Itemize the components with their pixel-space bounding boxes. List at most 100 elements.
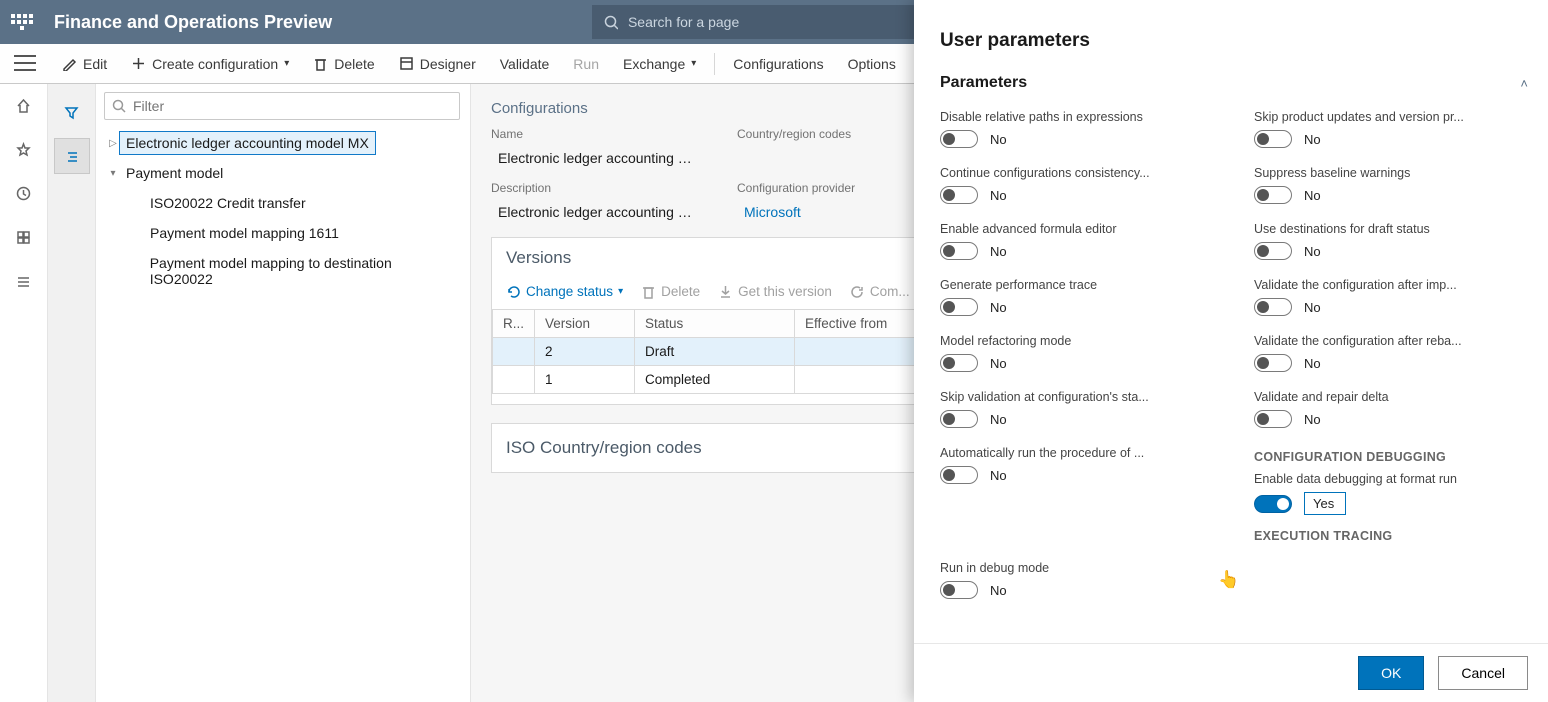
toggle-value: No (1304, 300, 1321, 315)
configurations-link[interactable]: Configurations (721, 52, 835, 76)
name-value[interactable]: Electronic ledger accounting m... (491, 145, 701, 171)
recent-icon[interactable] (16, 186, 31, 206)
subheading-config-debugging: CONFIGURATION DEBUGGING Enable data debu… (1254, 446, 1528, 543)
home-icon[interactable] (16, 98, 31, 118)
toggle-value: No (990, 356, 1007, 371)
run-button[interactable]: Run (561, 52, 611, 76)
version-delete-button[interactable]: Delete (641, 284, 700, 299)
modules-icon[interactable] (16, 274, 31, 294)
get-version-label: Get this version (738, 284, 832, 299)
edit-button[interactable]: Edit (50, 52, 119, 76)
exchange-label: Exchange (623, 56, 685, 72)
options-label: Options (848, 56, 896, 72)
toggle-value: No (990, 583, 1007, 598)
param-label: Validate the configuration after reba... (1254, 334, 1528, 348)
filter-tool-icon[interactable] (54, 94, 90, 130)
product-title: Finance and Operations Preview (54, 12, 332, 33)
col-status[interactable]: Status (635, 310, 795, 338)
config-tree: ▷ Electronic ledger accounting model MX … (104, 128, 460, 294)
col-version[interactable]: Version (535, 310, 635, 338)
toggle[interactable] (1254, 298, 1292, 316)
param-label: Enable advanced formula editor (940, 222, 1214, 236)
param-skip-product-updates: Skip product updates and version pr... N… (1254, 110, 1528, 148)
tree-item-ledger-model[interactable]: ▷ Electronic ledger accounting model MX (104, 128, 460, 158)
cancel-button[interactable]: Cancel (1438, 656, 1528, 690)
global-search-input[interactable] (628, 14, 920, 30)
tree-item-payment-model[interactable]: ▾ Payment model (104, 158, 460, 188)
dialog-title: User parameters (940, 30, 1528, 52)
param-suppress-baseline: Suppress baseline warnings No (1254, 166, 1528, 204)
options-link[interactable]: Options (836, 52, 908, 76)
tree-item-mapping-1611[interactable]: Payment model mapping 1611 (128, 218, 460, 248)
toggle[interactable] (940, 298, 978, 316)
toggle[interactable] (940, 242, 978, 260)
description-value[interactable]: Electronic ledger accounting m... (491, 199, 701, 225)
separator (714, 53, 715, 75)
get-version-button[interactable]: Get this version (718, 284, 832, 299)
toggle[interactable] (940, 186, 978, 204)
favorites-icon[interactable] (16, 142, 31, 162)
nav-hamburger-icon[interactable] (11, 52, 39, 74)
tree-tool-icon[interactable] (54, 138, 90, 174)
toggle[interactable] (1254, 242, 1292, 260)
exchange-button[interactable]: Exchange ▾ (611, 52, 708, 76)
subhead-exec-tracing: EXECUTION TRACING (1254, 529, 1528, 543)
col-r[interactable]: R... (493, 310, 535, 338)
toggle[interactable] (940, 354, 978, 372)
trash-icon (313, 56, 328, 71)
user-parameters-dialog: User parameters Parameters ˄ Disable rel… (914, 0, 1548, 702)
configurations-label: Configurations (733, 56, 823, 72)
toggle-value: No (1304, 132, 1321, 147)
toggle[interactable] (1254, 130, 1292, 148)
delete-button[interactable]: Delete (301, 52, 386, 76)
param-validate-after-rebase: Validate the configuration after reba...… (1254, 334, 1528, 372)
app-launcher-icon[interactable] (10, 10, 34, 34)
designer-button[interactable]: Designer (387, 52, 488, 76)
toggle-value: No (1304, 412, 1321, 427)
param-label: Continue configurations consistency... (940, 166, 1214, 180)
toggle[interactable] (940, 581, 978, 599)
tree-item-iso20022-credit[interactable]: ISO20022 Credit transfer (128, 188, 460, 218)
plus-icon (131, 56, 146, 71)
cell-version: 1 (535, 366, 635, 394)
toggle-enable-debugging[interactable] (1254, 495, 1292, 513)
toggle[interactable] (1254, 354, 1292, 372)
name-label: Name (491, 127, 701, 141)
chevron-down-icon: ▾ (618, 286, 623, 297)
complete-button[interactable]: Com... (850, 284, 910, 299)
designer-label: Designer (420, 56, 476, 72)
toggle[interactable] (940, 130, 978, 148)
toggle[interactable] (1254, 186, 1292, 204)
validate-label: Validate (500, 56, 550, 72)
filter-input[interactable] (104, 92, 460, 120)
tree-item-mapping-destination[interactable]: Payment model mapping to destination ISO… (128, 248, 460, 294)
param-label: Skip validation at configuration's sta..… (940, 390, 1214, 404)
param-run-in-debug: Run in debug mode No (940, 561, 1214, 599)
edit-label: Edit (83, 56, 107, 72)
cycle-icon (506, 284, 521, 299)
left-rail (0, 84, 48, 702)
param-auto-run-procedure: Automatically run the procedure of ... N… (940, 446, 1214, 543)
ok-button[interactable]: OK (1358, 656, 1424, 690)
workspaces-icon[interactable] (16, 230, 31, 250)
create-configuration-button[interactable]: Create configuration ▾ (119, 52, 301, 76)
collapse-icon[interactable]: ▾ (106, 168, 120, 179)
toggle[interactable] (940, 466, 978, 484)
change-status-button[interactable]: Change status ▾ (506, 284, 623, 299)
expand-icon[interactable]: ▷ (106, 138, 120, 149)
param-label: Use destinations for draft status (1254, 222, 1528, 236)
validate-button[interactable]: Validate (488, 52, 562, 76)
global-search[interactable] (592, 5, 932, 39)
param-label: Validate the configuration after imp... (1254, 278, 1528, 292)
param-continue-consistency: Continue configurations consistency... N… (940, 166, 1214, 204)
download-icon (718, 284, 733, 299)
toggle-value: No (1304, 188, 1321, 203)
tree-item-label: Electronic ledger accounting model MX (120, 132, 375, 154)
designer-icon (399, 56, 414, 71)
complete-label: Com... (870, 284, 910, 299)
tree-panel: ▷ Electronic ledger accounting model MX … (96, 84, 471, 702)
toggle[interactable] (1254, 410, 1292, 428)
toggle[interactable] (940, 410, 978, 428)
collapse-icon[interactable]: ˄ (1520, 76, 1528, 91)
param-label: Model refactoring mode (940, 334, 1214, 348)
